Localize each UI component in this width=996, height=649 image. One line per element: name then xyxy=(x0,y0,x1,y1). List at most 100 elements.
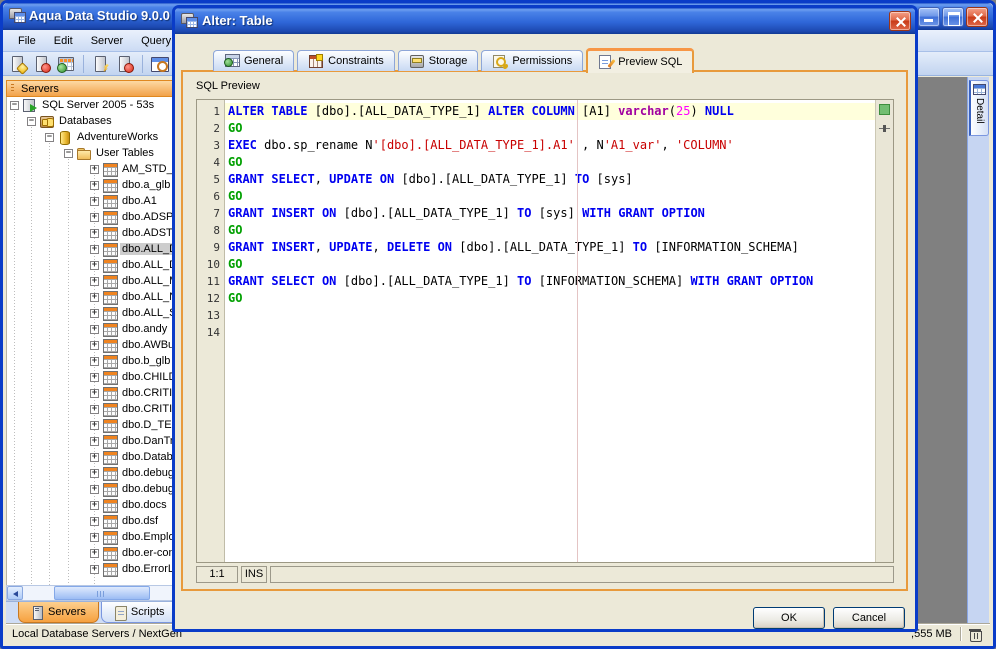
sql-line-2[interactable]: GO xyxy=(225,120,875,137)
tree-item-am-std-r[interactable]: + AM_STD_R xyxy=(7,161,175,177)
tree-item-dbo-datab[interactable]: + dbo.Datab xyxy=(7,449,175,465)
expander-collapse[interactable]: − xyxy=(45,132,54,142)
tree-item-dbo-b-glb[interactable]: + dbo.b_glb xyxy=(7,353,175,369)
sql-line-4[interactable]: GO xyxy=(225,154,875,171)
tree-horizontal-scrollbar[interactable] xyxy=(6,585,175,601)
tree-item-dbo-errorl[interactable]: + dbo.ErrorL xyxy=(7,561,175,577)
stripe-caret-marker[interactable] xyxy=(879,125,890,132)
menu-file[interactable]: File xyxy=(9,32,45,50)
tree-item-dbo-docs[interactable]: + dbo.docs xyxy=(7,497,175,513)
tree-item-sql-server-2005-53s[interactable]: − SQL Server 2005 - 53s xyxy=(7,97,175,113)
sql-line-9[interactable]: GRANT INSERT, UPDATE, DELETE ON [dbo].[A… xyxy=(225,239,875,256)
tab-preview-sql[interactable]: Preview SQL xyxy=(586,48,695,73)
tree-item-dbo-criti[interactable]: + dbo.CRITI xyxy=(7,385,175,401)
tree-item-dbo-all-n[interactable]: + dbo.ALL_N xyxy=(7,289,175,305)
expander-expand[interactable]: + xyxy=(90,308,99,318)
sql-line-11[interactable]: GRANT SELECT ON [dbo].[ALL_DATA_TYPE_1] … xyxy=(225,273,875,290)
tab-servers[interactable]: Servers xyxy=(18,602,99,623)
tree-item-dbo-all-m[interactable]: + dbo.ALL_M xyxy=(7,273,175,289)
expander-expand[interactable]: + xyxy=(90,516,99,526)
expander-expand[interactable]: + xyxy=(90,564,99,574)
tree-item-databases[interactable]: − Databases xyxy=(7,113,175,129)
menu-edit[interactable]: Edit xyxy=(45,32,82,50)
expander-expand[interactable]: + xyxy=(90,324,99,334)
minimize-button[interactable] xyxy=(918,7,940,27)
query-window-icon[interactable] xyxy=(150,54,170,74)
sql-line-3[interactable]: EXEC dbo.sp_rename N'[dbo].[ALL_DATA_TYP… xyxy=(225,137,875,154)
tab-constraints[interactable]: Constraints xyxy=(297,50,395,71)
expander-collapse[interactable]: − xyxy=(64,148,73,158)
tree-item-user-tables[interactable]: − User Tables xyxy=(7,145,175,161)
tree-item-dbo-debug[interactable]: + dbo.debug xyxy=(7,481,175,497)
expander-expand[interactable]: + xyxy=(90,356,99,366)
expander-expand[interactable]: + xyxy=(90,404,99,414)
stripe-status-square[interactable] xyxy=(879,104,890,115)
tab-storage[interactable]: Storage xyxy=(397,50,479,71)
tree-item-dbo-debug[interactable]: + dbo.debug xyxy=(7,465,175,481)
expander-expand[interactable]: + xyxy=(90,420,99,430)
expander-collapse[interactable]: − xyxy=(27,116,36,126)
expander-expand[interactable]: + xyxy=(90,532,99,542)
sql-line-12[interactable]: GO xyxy=(225,290,875,307)
expander-expand[interactable]: + xyxy=(90,484,99,494)
dialog-close-button[interactable] xyxy=(889,11,911,31)
expander-expand[interactable]: + xyxy=(90,292,99,302)
expander-expand[interactable]: + xyxy=(90,228,99,238)
tree-item-dbo-d-tes[interactable]: + dbo.D_TES xyxy=(7,417,175,433)
sql-line-6[interactable]: GO xyxy=(225,188,875,205)
register-server-icon[interactable] xyxy=(8,54,28,74)
tree-item-dbo-dsf[interactable]: + dbo.dsf xyxy=(7,513,175,529)
expander-expand[interactable]: + xyxy=(90,388,99,398)
table-new-icon[interactable] xyxy=(56,54,76,74)
sql-line-14[interactable] xyxy=(225,324,875,341)
expander-expand[interactable]: + xyxy=(90,212,99,222)
expander-expand[interactable]: + xyxy=(90,260,99,270)
tree-item-dbo-adspr[interactable]: + dbo.ADSPr xyxy=(7,209,175,225)
maximize-button[interactable] xyxy=(942,7,964,27)
expander-expand[interactable]: + xyxy=(90,164,99,174)
ok-button[interactable]: OK xyxy=(753,607,825,629)
server-tools-icon[interactable] xyxy=(91,54,111,74)
expander-collapse[interactable]: − xyxy=(10,100,19,110)
tab-general[interactable]: General xyxy=(213,50,295,71)
tree-item-dbo-andy[interactable]: + dbo.andy xyxy=(7,321,175,337)
menu-server[interactable]: Server xyxy=(82,32,132,50)
sql-editor[interactable]: 1 2 3 4 5 6 7 8 9 10 11 12 13 14 ALTER TABLE [dbo].[A… xyxy=(196,99,894,563)
expander-expand[interactable]: + xyxy=(90,244,99,254)
sql-line-5[interactable]: GRANT SELECT, UPDATE ON [dbo].[ALL_DATA_… xyxy=(225,171,875,188)
expander-expand[interactable]: + xyxy=(90,372,99,382)
sql-line-8[interactable]: GO xyxy=(225,222,875,239)
dialog-titlebar[interactable]: Alter: Table xyxy=(175,8,915,34)
delete-server-icon[interactable] xyxy=(32,54,52,74)
trash-icon[interactable] xyxy=(969,627,982,642)
close-button[interactable] xyxy=(966,7,988,27)
tab-detail[interactable]: Detail xyxy=(969,80,989,136)
tree-item-dbo-awbu[interactable]: + dbo.AWBu xyxy=(7,337,175,353)
server-remove-icon[interactable] xyxy=(115,54,135,74)
tree-item-dbo-all-d[interactable]: + dbo.ALL_D xyxy=(7,241,175,257)
tab-permissions[interactable]: Permissions xyxy=(481,50,584,71)
tree-item-dbo-a1[interactable]: + dbo.A1 xyxy=(7,193,175,209)
tab-scripts[interactable]: Scripts xyxy=(100,602,178,623)
sql-line-10[interactable]: GO xyxy=(225,256,875,273)
expander-expand[interactable]: + xyxy=(90,452,99,462)
tree-item-dbo-emplo[interactable]: + dbo.Emplo xyxy=(7,529,175,545)
sql-code-area[interactable]: ALTER TABLE [dbo].[ALL_DATA_TYPE_1] ALTE… xyxy=(225,100,875,562)
tree-item-dbo-adste[interactable]: + dbo.ADSTe xyxy=(7,225,175,241)
tree-item-dbo-a-glb[interactable]: + dbo.a_glb xyxy=(7,177,175,193)
tree-item-dbo-all-d[interactable]: + dbo.ALL_D xyxy=(7,257,175,273)
scroll-left-button[interactable] xyxy=(7,586,23,600)
servers-panel-header[interactable]: Servers xyxy=(6,80,175,97)
expander-expand[interactable]: + xyxy=(90,500,99,510)
tree-item-dbo-er-con[interactable]: + dbo.er-con xyxy=(7,545,175,561)
expander-expand[interactable]: + xyxy=(90,180,99,190)
tree-item-dbo-all-s[interactable]: + dbo.ALL_S xyxy=(7,305,175,321)
tree-item-dbo-dantr[interactable]: + dbo.DanTr xyxy=(7,433,175,449)
tree-item-adventureworks[interactable]: − AdventureWorks xyxy=(7,129,175,145)
cancel-button[interactable]: Cancel xyxy=(833,607,905,629)
expander-expand[interactable]: + xyxy=(90,548,99,558)
sql-line-13[interactable] xyxy=(225,307,875,324)
sql-line-1[interactable]: ALTER TABLE [dbo].[ALL_DATA_TYPE_1] ALTE… xyxy=(225,103,875,120)
expander-expand[interactable]: + xyxy=(90,340,99,350)
tree-item-dbo-criti[interactable]: + dbo.CRITI xyxy=(7,401,175,417)
